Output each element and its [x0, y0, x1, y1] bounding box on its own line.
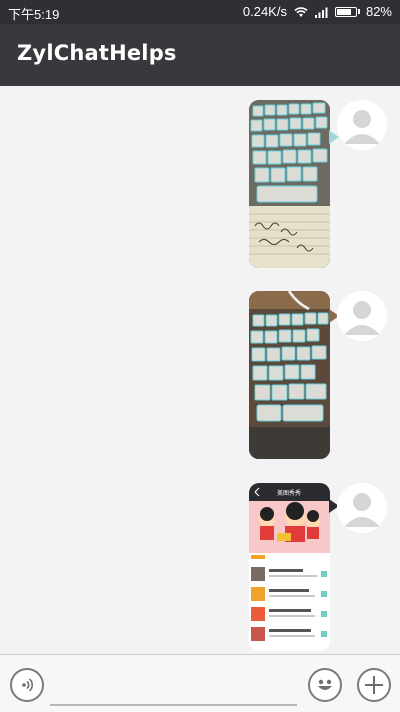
image-message[interactable]: 美图秀秀	[249, 483, 330, 651]
chat-message	[0, 291, 400, 461]
voice-icon	[22, 678, 34, 692]
keyboard-photo	[249, 100, 330, 268]
input-bar	[0, 654, 400, 712]
emoji-button[interactable]	[308, 668, 342, 702]
avatar[interactable]	[337, 100, 387, 150]
image-message[interactable]	[249, 100, 330, 268]
battery-percent: 82%	[365, 4, 392, 19]
plus-icon	[365, 676, 383, 694]
battery-icon	[334, 6, 360, 17]
keyboard-photo	[249, 291, 330, 459]
wifi-icon	[293, 6, 309, 18]
network-speed: 0.24K/s	[242, 4, 287, 19]
message-input[interactable]	[50, 704, 297, 706]
avatar[interactable]	[337, 483, 387, 533]
chat-message	[0, 100, 400, 270]
default-avatar-icon	[337, 291, 387, 341]
default-avatar-icon	[337, 100, 387, 150]
default-avatar-icon	[337, 483, 387, 533]
avatar[interactable]	[337, 291, 387, 341]
chat-list[interactable]: 美图秀秀	[0, 86, 400, 654]
screenshot-header: 美图秀秀	[277, 489, 301, 497]
signal-icon	[314, 6, 329, 18]
app-title: ZylChatHelps	[17, 41, 177, 65]
chat-message: 美图秀秀	[0, 483, 400, 653]
voice-button[interactable]	[10, 668, 44, 702]
image-message[interactable]	[249, 291, 330, 459]
status-time: 下午5:19	[8, 7, 60, 22]
app-screenshot: 美图秀秀	[249, 483, 330, 651]
status-bar: 下午5:19 0.24K/s 82%	[0, 0, 400, 24]
status-right: 0.24K/s 82%	[243, 4, 392, 19]
plus-button[interactable]	[357, 668, 391, 702]
emoji-icon	[318, 679, 332, 690]
app-bar: ZylChatHelps	[0, 24, 400, 86]
